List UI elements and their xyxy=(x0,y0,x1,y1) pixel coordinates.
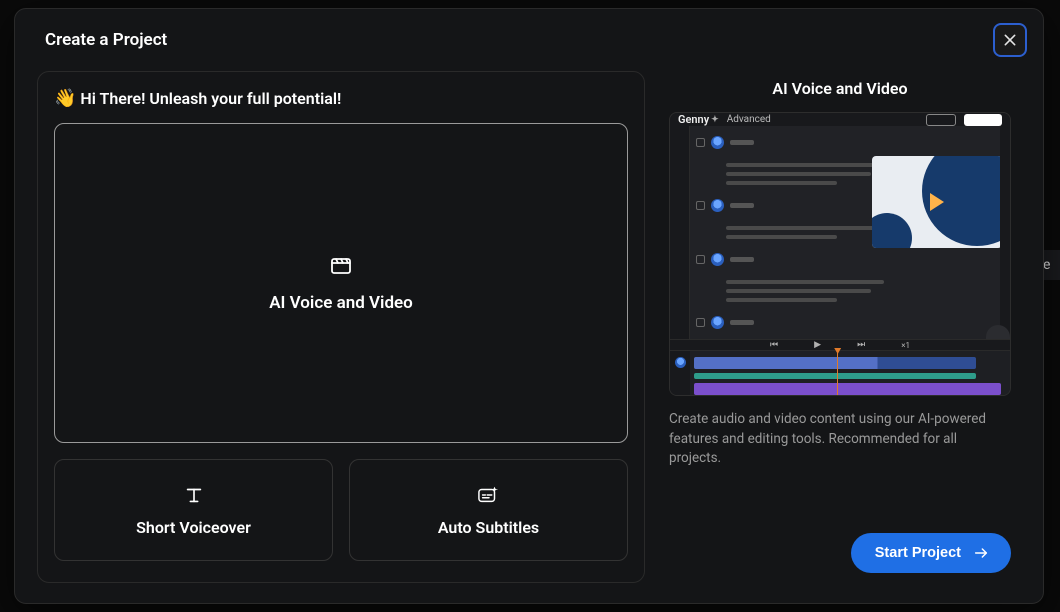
project-options: AI Voice and Video Short Voiceover xyxy=(54,123,628,566)
details-pane: AI Voice and Video Genny✦ Advanced xyxy=(645,71,1021,583)
preview-video-thumbnail xyxy=(872,156,1002,248)
option-auto-subtitles[interactable]: Auto Subtitles xyxy=(349,459,628,561)
start-project-button[interactable]: Start Project xyxy=(851,533,1011,573)
playback-rate: ×1 xyxy=(901,341,910,350)
option-label: Short Voiceover xyxy=(136,518,251,537)
details-title: AI Voice and Video xyxy=(669,79,1011,98)
clapperboard-icon xyxy=(329,253,353,281)
audio-track xyxy=(694,357,976,369)
avatar-icon xyxy=(711,136,724,149)
preview-chip xyxy=(964,114,1002,126)
preview-brand: Genny✦ xyxy=(678,113,719,126)
skip-back-icon: ⏮ xyxy=(770,340,778,350)
avatar-icon xyxy=(711,316,724,329)
preview-chip xyxy=(926,114,956,126)
avatar-icon xyxy=(711,253,724,266)
modal-body: 👋 Hi There! Unleash your full potential!… xyxy=(15,67,1043,603)
play-icon xyxy=(930,193,944,211)
modal-header: Create a Project xyxy=(15,9,1043,67)
preview-script-block xyxy=(696,199,884,212)
close-button[interactable] xyxy=(993,23,1027,57)
option-short-voiceover[interactable]: Short Voiceover xyxy=(54,459,333,561)
options-pane: 👋 Hi There! Unleash your full potential!… xyxy=(37,71,645,583)
wave-icon: 👋 xyxy=(54,88,76,109)
close-icon xyxy=(1002,32,1018,48)
greeting: 👋 Hi There! Unleash your full potential! xyxy=(54,88,628,109)
preview-mode: Advanced xyxy=(727,114,771,125)
option-label: Auto Subtitles xyxy=(438,518,539,537)
details-description: Create audio and video content using our… xyxy=(669,410,1011,469)
start-project-label: Start Project xyxy=(875,545,961,561)
greeting-text: Hi There! Unleash your full potential! xyxy=(80,89,341,108)
preview-script-list xyxy=(690,126,890,339)
preview-timeline xyxy=(670,350,1010,396)
audio-track xyxy=(694,373,976,379)
avatar-icon xyxy=(675,357,686,368)
play-icon: ▶ xyxy=(814,340,821,350)
preview-script-block xyxy=(696,316,884,329)
preview-script-block xyxy=(696,136,884,149)
preview-sidebar xyxy=(670,126,690,339)
preview-main xyxy=(670,126,1010,339)
secondary-options: Short Voiceover Auto Subtitles xyxy=(54,459,628,561)
skip-forward-icon: ⏭ xyxy=(857,340,865,350)
video-track xyxy=(694,383,1001,395)
text-icon xyxy=(183,484,205,510)
preview-image: Genny✦ Advanced xyxy=(669,112,1011,396)
playhead xyxy=(837,351,838,396)
option-label: AI Voice and Video xyxy=(269,293,413,313)
option-ai-voice-video[interactable]: AI Voice and Video xyxy=(54,123,628,443)
preview-script-block xyxy=(696,253,884,266)
modal-title: Create a Project xyxy=(45,30,167,50)
subtitles-icon xyxy=(477,484,501,510)
create-project-modal: Create a Project 👋 Hi There! Unleash you… xyxy=(14,8,1044,604)
avatar-icon xyxy=(711,199,724,212)
preview-topbar: Genny✦ Advanced xyxy=(670,113,1010,126)
arrow-right-icon xyxy=(971,545,991,561)
